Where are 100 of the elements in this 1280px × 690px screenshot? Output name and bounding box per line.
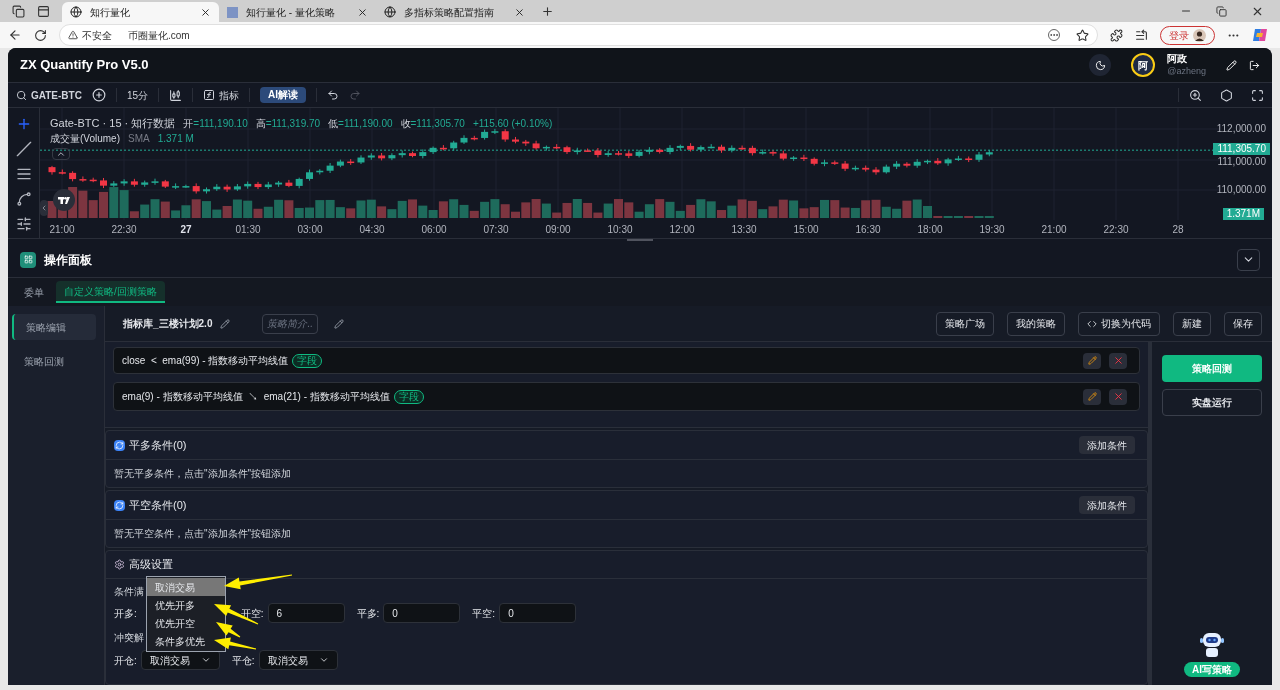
line-tool-icon[interactable] (15, 141, 32, 157)
sliders-icon[interactable] (15, 216, 32, 232)
action-button[interactable]: 切换为代码 (1078, 311, 1160, 336)
action-button[interactable]: 我的策略 (1007, 311, 1065, 336)
price-axis-label: 112,000.00 (1216, 123, 1266, 135)
ohlc-value: 低=111,190.00 (328, 117, 393, 131)
time-axis-label: 15:00 (793, 223, 819, 237)
select-field[interactable]: 取消交易 (140, 650, 220, 670)
delete-button[interactable] (1109, 388, 1127, 405)
delete-button[interactable] (1109, 352, 1127, 369)
globe-icon (70, 6, 82, 18)
tab-actions-icon[interactable] (37, 4, 50, 18)
sidebar-item[interactable]: 策略编辑 (12, 314, 96, 340)
favorite-icon[interactable] (1076, 28, 1089, 42)
input-field[interactable]: 0 (499, 603, 577, 623)
field-label: 开仓: (114, 653, 137, 668)
extensions-icon[interactable] (1110, 28, 1123, 42)
horizontal-lines-icon[interactable] (15, 166, 32, 182)
strategy-name: 指标库_三楼计划2.0 (123, 317, 213, 331)
time-axis-label: 10:30 (607, 223, 633, 237)
select-field[interactable]: 取消交易 (258, 650, 338, 670)
close-icon[interactable] (514, 6, 525, 18)
close-icon[interactable] (200, 6, 211, 18)
volume-value: 1.371 M (157, 132, 194, 146)
edit-button[interactable] (1083, 388, 1101, 405)
browser-tab[interactable]: 知行量化 (62, 2, 219, 22)
dropdown-option[interactable]: 优先开空 (147, 614, 225, 632)
user-avatar: 阿 (1131, 53, 1156, 77)
field-label: 开空: (240, 606, 264, 621)
favorites-icon[interactable] (1135, 28, 1148, 42)
dropdown-option[interactable]: 条件多优先 (147, 632, 225, 650)
close-icon[interactable] (357, 6, 368, 18)
section-title: 平多条件(0) (129, 437, 187, 453)
panel-icon (20, 251, 36, 268)
code-icon (1087, 318, 1097, 329)
tab[interactable]: 自定义策略/回测策略 (56, 281, 165, 303)
empty-hint: 暂无平空条件，点击"添加条件"按钮添加 (114, 527, 292, 541)
input-field[interactable]: 0 (383, 603, 461, 623)
warning-icon (68, 30, 78, 40)
time-axis-label: 19:30 (979, 223, 1005, 237)
tab-title: 知行量化 - 量化策略 (246, 5, 336, 20)
side-handle-button[interactable] (40, 200, 48, 216)
input-field[interactable]: 6 (267, 603, 345, 623)
reload-icon[interactable] (34, 28, 47, 42)
edit-button[interactable] (1083, 352, 1101, 369)
add-condition-button[interactable]: 添加条件 (1079, 496, 1135, 514)
chevron-icon (318, 655, 329, 665)
ai-button[interactable]: AI解读 (260, 87, 307, 103)
field-label: 平空: (472, 606, 496, 621)
sma-label: SMA (128, 132, 150, 146)
indicator-button[interactable]: 指标 (203, 87, 240, 103)
tab[interactable]: 委单 (16, 281, 52, 303)
close-icon (1112, 391, 1124, 402)
condition-text: close < ema(99) - 指数移动平均线值 (122, 354, 289, 368)
candles-icon[interactable] (169, 88, 183, 102)
time-axis-label: 06:00 (421, 223, 447, 237)
add-symbol-icon[interactable] (91, 88, 106, 102)
chevron-up-icon (56, 149, 66, 159)
fullscreen-icon[interactable] (1251, 88, 1264, 102)
back-icon[interactable] (8, 28, 22, 42)
new-tab-icon[interactable] (541, 5, 554, 18)
dropdown-option[interactable]: 优先开多 (147, 596, 225, 614)
pencil-icon (1087, 356, 1097, 365)
chevron-icon (200, 655, 211, 665)
globe-icon (384, 6, 396, 18)
add-condition-button[interactable]: 添加条件 (1079, 436, 1135, 454)
restore-icon[interactable] (1216, 5, 1227, 17)
dropdown-option[interactable]: 取消交易 (147, 578, 225, 596)
collapse-legend-button[interactable] (52, 148, 70, 160)
time-axis-label: 21:00 (49, 223, 75, 237)
interval-button[interactable]: 15分 (126, 87, 149, 103)
tab-title: 知行量化 (90, 5, 131, 20)
address-bar[interactable]: 不安全 币圈量化.com (59, 24, 1098, 46)
action-button[interactable]: 新建 (1173, 311, 1211, 336)
undo-icon[interactable] (327, 89, 340, 101)
path-tool-icon[interactable] (15, 191, 32, 207)
description-field[interactable]: 策略简介... (262, 313, 319, 334)
theme-button[interactable] (1089, 54, 1112, 76)
panel-title: 操作面板 (44, 251, 92, 269)
time-axis-label: 01:30 (235, 223, 261, 237)
browser-tab[interactable]: 多指标策略配置指南 (376, 2, 533, 22)
action-button[interactable]: 策略广场 (936, 311, 994, 336)
assistant-logo-icon[interactable] (1252, 27, 1268, 43)
zoom-icon[interactable] (1189, 88, 1202, 102)
price-tag: 111,305.70 (1213, 143, 1270, 155)
time-axis-label: 22:30 (1103, 223, 1129, 237)
run-button[interactable]: 实盘运行 (1162, 389, 1262, 416)
section-title: 高级设置 (129, 557, 173, 573)
sidebar-item[interactable]: 策略回测 (12, 348, 96, 374)
logout-icon[interactable] (1249, 59, 1260, 71)
symbol-search[interactable]: GATE-BTC (16, 87, 82, 103)
empty-hint: 暂无平多条件，点击"添加条件"按钮添加 (114, 467, 292, 481)
condition-label: 条件满 (114, 585, 144, 599)
volume-label: 成交量(Volume) (50, 132, 120, 146)
close-icon (1112, 355, 1124, 366)
browser-tab[interactable]: 知行量化 - 量化策略 (219, 2, 376, 22)
collapse-button[interactable] (1237, 248, 1260, 271)
action-button[interactable]: 保存 (1224, 311, 1262, 336)
workspaces-icon[interactable] (12, 4, 25, 18)
field-label: 平多: (356, 606, 380, 621)
